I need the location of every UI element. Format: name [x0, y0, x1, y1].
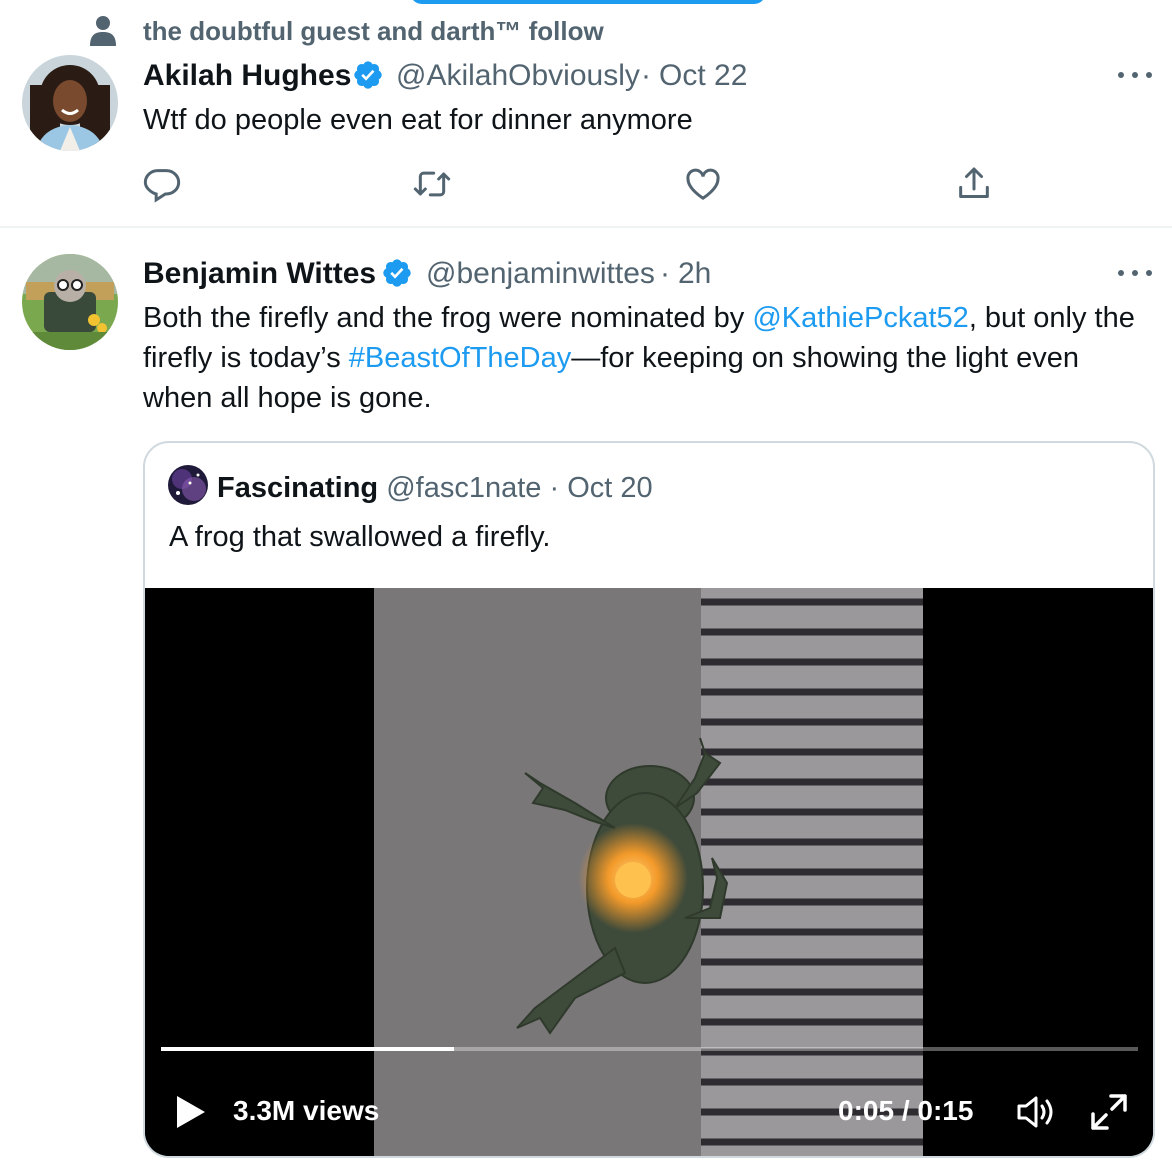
mention-link[interactable]: @KathiePckat52 — [752, 302, 968, 334]
video-progress-bar[interactable] — [161, 1047, 1138, 1051]
quote-time[interactable]: Oct 20 — [567, 472, 652, 504]
social-context[interactable]: the doubtful guest and darth™ follow — [143, 15, 604, 47]
fullscreen-icon[interactable] — [1089, 1092, 1129, 1132]
like-icon[interactable] — [683, 164, 723, 204]
volume-icon[interactable] — [1015, 1092, 1057, 1132]
quote-author-name[interactable]: Fascinating — [217, 472, 378, 504]
verified-icon — [354, 61, 382, 89]
view-count: 3.3M views — [233, 1095, 380, 1126]
video-time: 0:05 / 0:15 — [838, 1095, 974, 1126]
tweet-time[interactable]: 2h — [678, 256, 711, 292]
tweet-divider — [0, 226, 1172, 228]
quoted-tweet[interactable]: Fascinating @fasc1nate · Oct 20 A frog t… — [143, 441, 1155, 1158]
author-name[interactable]: Akilah Hughes — [143, 58, 351, 94]
separator-dot: · — [549, 472, 560, 504]
author-handle[interactable]: @AkilahObviously — [396, 58, 640, 94]
avatar[interactable] — [168, 465, 208, 505]
video-progress-fill — [161, 1047, 455, 1051]
tweet-text: Wtf do people even eat for dinner anymor… — [143, 104, 693, 136]
avatar[interactable] — [22, 55, 118, 151]
separator-dot: · — [660, 257, 670, 290]
hashtag-link[interactable]: #BeastOfTheDay — [349, 342, 571, 374]
verified-icon — [383, 259, 411, 287]
more-icon[interactable] — [1118, 70, 1154, 80]
more-icon[interactable] — [1118, 268, 1154, 278]
share-icon[interactable] — [954, 164, 994, 204]
separator-dot: · — [641, 59, 651, 92]
person-icon — [90, 16, 116, 46]
avatar[interactable] — [22, 254, 118, 350]
reply-icon[interactable] — [142, 164, 182, 204]
tweet-text: Both the firefly and the frog were nomin… — [143, 298, 1138, 418]
video-frame — [145, 588, 1153, 1156]
new-tweets-pill[interactable] — [410, 0, 766, 4]
tweet-time[interactable]: Oct 22 — [659, 58, 747, 94]
author-handle[interactable]: @benjaminwittes — [426, 256, 655, 292]
quote-text: A frog that swallowed a firefly. — [169, 521, 551, 553]
retweet-icon[interactable] — [412, 164, 452, 204]
author-name[interactable]: Benjamin Wittes — [143, 256, 376, 292]
play-icon[interactable] — [173, 1094, 207, 1130]
quote-author-handle[interactable]: @fasc1nate — [386, 472, 541, 504]
quote-author: Fascinating @fasc1nate · Oct 20 — [217, 471, 653, 505]
tweet-text-part: Both the firefly and the frog were nomin… — [143, 302, 753, 334]
video-player[interactable]: 3.3M views 0:05 / 0:15 — [145, 588, 1153, 1156]
